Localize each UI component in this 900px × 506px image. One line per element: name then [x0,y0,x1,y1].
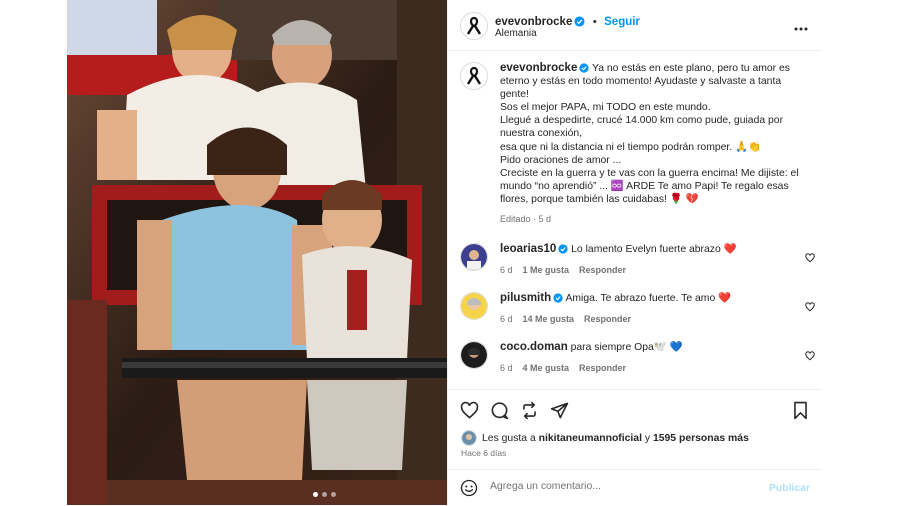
carousel-dot [331,492,336,497]
caption-line: esa que ni la distancia ni el tiempo pod… [500,141,761,153]
paper-plane-icon [550,402,569,419]
commenter-avatar[interactable] [460,243,488,271]
more-horizontal-icon [794,27,808,31]
bookmark-icon [794,401,807,420]
likes-prefix: Les gusta a [482,432,536,444]
like-button[interactable] [460,401,479,420]
comment-text: leoarias10 Lo lamento Evelyn fuerte abra… [500,243,780,256]
caption-line: Pido oraciones de amor ... [500,154,622,166]
comment-username[interactable]: coco.doman [500,341,568,353]
emoji-icon [460,479,478,497]
share-button[interactable] [550,401,569,420]
comment-text: coco.doman para siempre Opa🕊️ 💙 [500,341,780,354]
verified-badge-icon [553,293,563,303]
more-options-button[interactable] [794,18,808,36]
commenter-avatar[interactable] [460,341,488,369]
repost-icon [523,401,536,420]
comment-like-button[interactable] [805,348,815,366]
post-details-panel: evevonbrocke • Seguir Alemania evevonbro… [447,0,822,505]
heart-outline-icon [805,351,815,361]
caption-avatar[interactable] [460,62,488,90]
edited-time: 5 d [538,214,552,225]
comment-input[interactable] [490,481,750,492]
mourning-ribbon-icon [466,66,482,85]
post-header: evevonbrocke • Seguir Alemania [448,0,822,51]
comment-body: Lo lamento Evelyn fuerte abrazo ❤️ [571,244,737,255]
edited-label: Editado [500,214,531,225]
liker-username[interactable]: nikitaneumannoficial [539,433,642,444]
mourning-ribbon-icon [466,16,482,35]
comment-meta: 6 d 14 Me gusta Responder [500,314,641,324]
caption-meta: Editado · 5 d [500,214,552,225]
avatar-image [461,293,487,319]
likes-summary: Les gusta a nikitaneumannoficial y 1595 … [461,430,749,446]
comment-time: 6 d [500,363,513,373]
likes-middle: y [644,432,651,444]
comment-meta: 6 d 1 Me gusta Responder [500,265,636,275]
caption-line: Llegué a despedirte, crucé 14.000 km com… [500,115,784,140]
roller-coaster-photo [67,0,447,505]
avatar[interactable] [460,12,488,40]
reply-button[interactable]: Responder [579,265,626,275]
liker-avatar[interactable] [461,430,477,446]
avatar-image [462,431,476,445]
save-button[interactable] [792,401,809,420]
likes-count[interactable]: 1595 personas más [653,433,749,444]
author-username[interactable]: evevonbrocke [495,16,572,28]
follow-button[interactable]: Seguir [604,16,640,28]
publish-button[interactable]: Publicar [769,483,810,494]
caption-line: Sos el mejor PAPA, mi TODO en este mundo… [500,102,711,114]
comment-time: 6 d [500,314,513,324]
carousel-dot [313,492,318,497]
comment-username[interactable]: pilusmith [500,292,551,304]
carousel-dot [322,492,327,497]
verified-badge-icon [558,244,568,254]
heart-outline-icon [805,253,815,263]
comment-likes[interactable]: 14 Me gusta [523,314,575,324]
comment-username[interactable]: leoarias10 [500,243,556,255]
comment-body: Amiga. Te abrazo fuerte. Te amo ❤️ [565,293,732,304]
comment-likes[interactable]: 4 Me gusta [523,363,570,373]
heart-outline-icon [460,401,479,419]
comment-time: 6 d [500,265,513,275]
avatar-image [461,342,487,368]
emoji-button[interactable] [460,479,478,497]
speech-bubble-icon [491,402,509,420]
add-comment-bar: Publicar [448,469,822,506]
caption-line: Creciste en la guerra y te vas con la gu… [500,167,799,205]
post-location[interactable]: Alemania [495,28,537,39]
comment-text: pilusmith Amiga. Te abrazo fuerte. Te am… [500,292,780,305]
carousel-dots [313,492,336,497]
comment-meta: 6 d 4 Me gusta Responder [500,363,636,373]
avatar-image [461,244,487,270]
reply-button[interactable]: Responder [584,314,631,324]
repost-button[interactable] [520,401,539,420]
heart-outline-icon [805,302,815,312]
comment-body: para siempre Opa🕊️ 💙 [570,342,683,353]
comment-like-button[interactable] [805,299,815,317]
comment-like-button[interactable] [805,250,815,268]
verified-badge-icon [579,63,589,73]
reply-button[interactable]: Responder [579,363,626,373]
caption-username[interactable]: evevonbrocke [500,62,577,74]
post-time: Hace 6 días [461,448,507,458]
comment-button[interactable] [490,401,509,420]
commenter-avatar[interactable] [460,292,488,320]
post-photo[interactable] [67,0,447,505]
caption-text: evevonbrocke Ya no estás en este plano, … [500,62,805,226]
comment-likes[interactable]: 1 Me gusta [523,265,570,275]
separator-dot: • [592,16,597,28]
verified-badge-icon [574,16,585,27]
